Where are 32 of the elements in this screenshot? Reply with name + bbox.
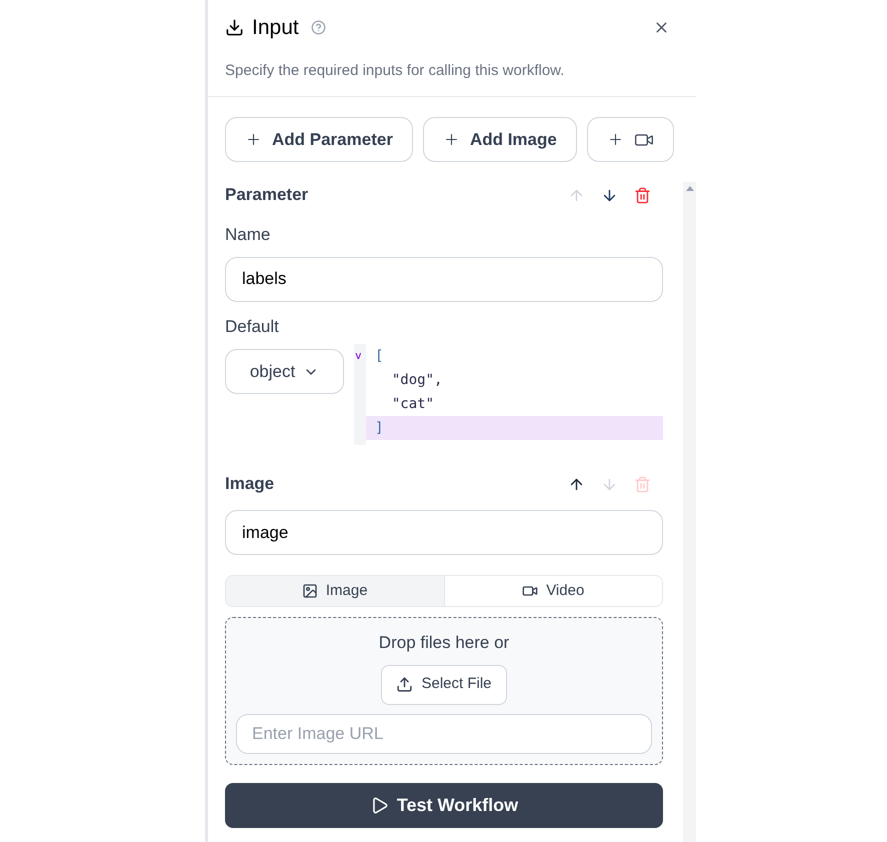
panel-title: Input: [252, 15, 299, 41]
code-editor[interactable]: v [ "dog", "cat" ]: [354, 344, 663, 445]
section-title: Image: [225, 473, 274, 496]
download-icon: [225, 18, 244, 38]
section-title: Parameter: [225, 184, 308, 206]
drop-zone[interactable]: Drop files here or Select File Enter Image URL: [225, 617, 663, 764]
panel-description: Specify the required inputs for calling this workflow.: [225, 60, 566, 80]
type-select[interactable]: object: [225, 349, 344, 394]
field-label: Default: [225, 316, 280, 338]
add-video-button[interactable]: [586, 117, 674, 162]
name-field[interactable]: labels: [225, 256, 663, 302]
upload-icon: [396, 676, 414, 693]
help-icon: [310, 20, 326, 36]
field-label: Name: [225, 224, 272, 246]
test-workflow-button[interactable]: Test Workflow: [225, 782, 663, 828]
code-line: ]: [375, 420, 384, 436]
code-line: "cat": [390, 396, 434, 412]
drop-hint: Drop files here or: [378, 632, 510, 654]
code-line: "dog",: [390, 372, 442, 388]
delete-button[interactable]: [634, 186, 651, 204]
fold-marker[interactable]: v: [355, 344, 362, 368]
media-tab[interactable]: Video: [444, 576, 662, 606]
url-field[interactable]: Enter Image URL: [236, 714, 652, 754]
add-image-button[interactable]: Add Image: [422, 117, 577, 162]
add-parameter-button[interactable]: Add Parameter: [225, 117, 413, 162]
plus-icon: [245, 131, 262, 148]
code-line: [: [375, 348, 384, 364]
media-tab[interactable]: Image: [226, 576, 444, 606]
name-field[interactable]: image: [225, 510, 663, 555]
select-file-button[interactable]: Select File: [381, 664, 507, 704]
image-icon: [302, 583, 318, 599]
scrollbar[interactable]: [683, 182, 696, 842]
